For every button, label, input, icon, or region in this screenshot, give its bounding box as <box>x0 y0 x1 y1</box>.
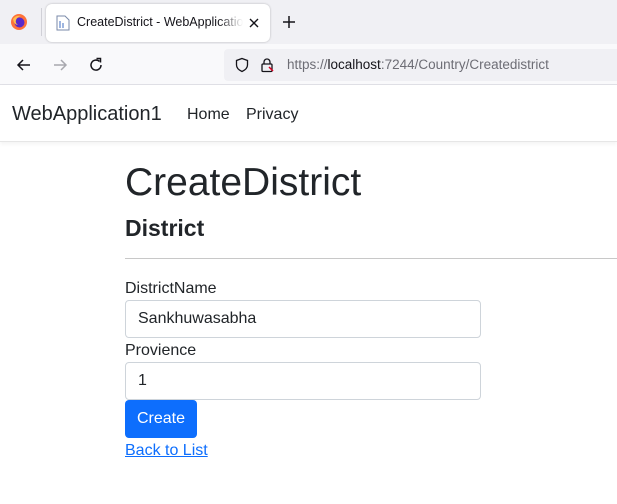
create-button[interactable]: Create <box>125 400 197 438</box>
url-host: localhost <box>327 57 381 72</box>
close-icon[interactable] <box>247 16 261 30</box>
divider <box>125 258 617 259</box>
tab-title: CreateDistrict - WebApplication1 <box>77 15 243 29</box>
browser-tab-strip: CreateDistrict - WebApplication1 <box>0 0 617 44</box>
tab-separator <box>41 8 42 36</box>
app-navbar: WebApplication1 Home Privacy <box>0 85 617 142</box>
province-input[interactable] <box>125 362 481 400</box>
brand-link[interactable]: WebApplication1 <box>12 103 162 126</box>
browser-tab-active[interactable]: CreateDistrict - WebApplication1 <box>46 4 270 42</box>
firefox-icon[interactable] <box>10 13 28 31</box>
back-to-list-link[interactable]: Back to List <box>125 442 208 460</box>
nav-link-privacy[interactable]: Privacy <box>246 106 298 124</box>
url-scheme: https:// <box>287 57 328 72</box>
forward-arrow-icon[interactable] <box>51 56 69 74</box>
back-arrow-icon[interactable] <box>15 56 33 74</box>
lock-icon[interactable] <box>259 57 275 73</box>
shield-icon[interactable] <box>234 57 250 73</box>
reload-icon[interactable] <box>87 56 105 74</box>
browser-toolbar: https://localhost:7244/Country/Createdis… <box>0 44 617 85</box>
page-title: CreateDistrict <box>125 161 362 204</box>
page-subtitle: District <box>125 215 205 241</box>
url-bar[interactable]: https://localhost:7244/Country/Createdis… <box>224 49 617 81</box>
province-label: Provience <box>125 342 197 359</box>
url-text[interactable]: https://localhost:7244/Country/Createdis… <box>287 57 549 72</box>
url-path: :7244/Country/Createdistrict <box>380 57 549 72</box>
page-favicon-icon <box>56 15 70 31</box>
plus-icon[interactable] <box>280 13 298 31</box>
district-name-label: DistrictName <box>125 280 217 297</box>
nav-link-home[interactable]: Home <box>187 106 230 124</box>
district-name-input[interactable] <box>125 300 481 338</box>
